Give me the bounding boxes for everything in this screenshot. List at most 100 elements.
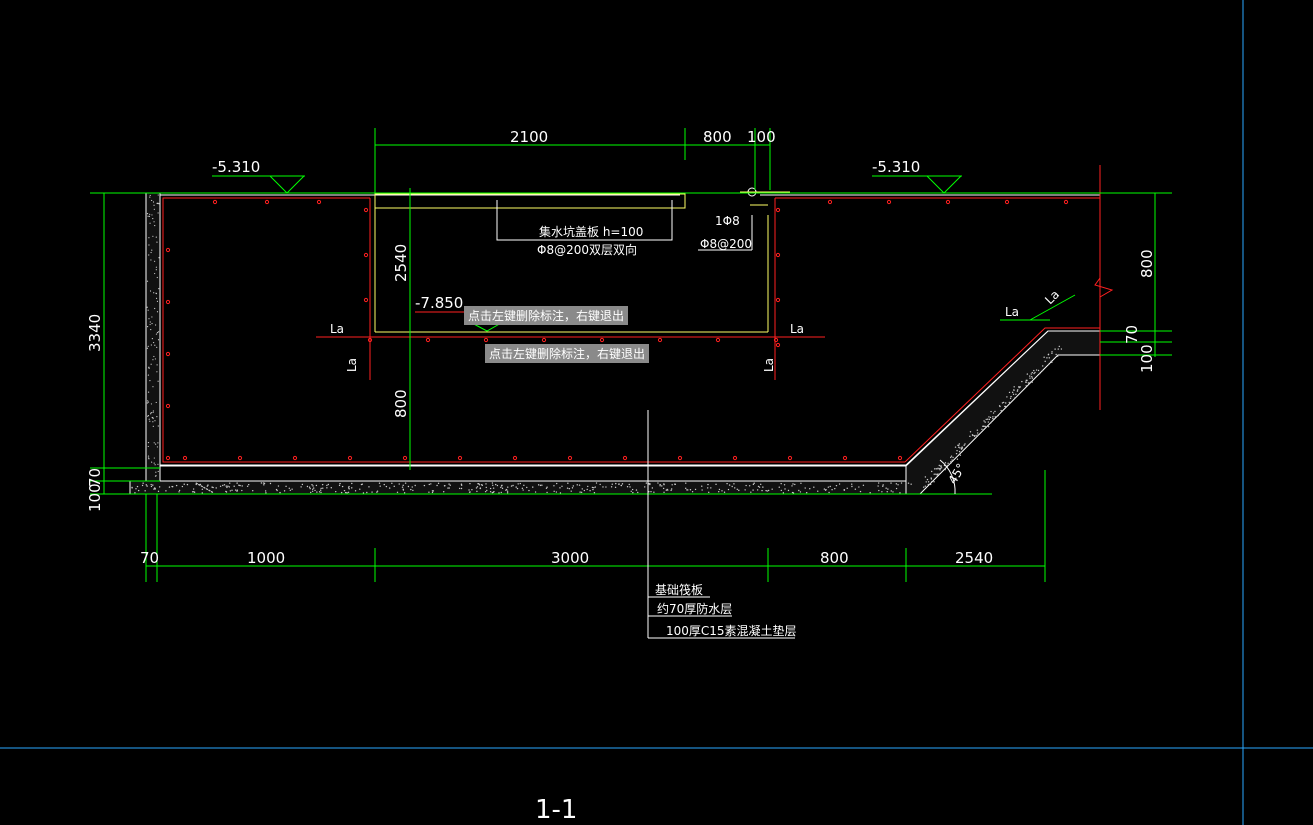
hatch-dot [153,221,155,223]
hatch-dot [231,489,233,491]
hatch-dot [485,483,487,485]
hatch-dot [149,380,151,382]
hatch-dot [1033,369,1035,372]
hatch-dot [950,455,953,457]
hatch-dot [946,464,949,467]
hatch-dot [154,420,156,422]
hatch-dot [320,491,322,494]
hatch-dot [528,489,530,492]
hatch-dot [972,434,974,437]
hatch-dot [285,485,287,488]
hatch-dot [635,489,638,491]
delete-annotation-tooltip-2[interactable]: 点击左键删除标注，右键退出 [485,344,650,363]
hatch-dot [545,487,548,489]
hatch-dot [782,492,785,494]
hatch-dot [973,435,976,437]
hatch-dot [976,429,979,431]
hatch-dot [156,416,158,418]
hatch-dot [148,318,150,320]
delete-annotation-tooltip-1[interactable]: 点击左键删除标注，右键退出 [464,306,629,325]
hatch-dot [148,215,151,217]
hatch-dot [1025,385,1027,387]
hatch-dot [343,489,346,492]
hatch-dot [897,484,899,486]
hatch-dot [146,347,149,349]
hatch-dot [940,467,943,469]
hatch-dot [378,482,381,484]
hatch-dot [843,489,846,491]
hatch-dot [156,346,158,348]
hatch-dot [586,488,588,491]
hatch-dot [517,483,519,485]
hatch-dot [448,483,450,485]
hatch-dot [151,316,153,318]
hatch-dot [195,483,197,486]
hatch-dot [665,489,667,491]
hatch-dot [233,485,235,487]
hatch-dot [347,491,350,494]
hatch-dot [935,468,938,470]
cad-drawing-canvas[interactable]: 集水坑盖板 h=100 Φ8@200双层双向 1Φ8 Φ8@200 -5.310… [0,0,1313,825]
hatch-dot [512,484,514,487]
bar-1phi8-label: 1Φ8 [715,214,740,228]
hatch-dot [988,416,990,418]
rebar-dot [292,455,298,461]
hatch-dot [500,491,502,494]
hatch-dot [156,364,158,366]
hatch-dot [147,345,149,347]
hatch-dot [685,482,687,484]
hatch-dot [631,488,634,491]
hatch-dot [478,484,481,486]
hatch-dot [809,487,811,490]
hatch-dot [154,464,156,466]
hatch-dot [1031,371,1034,374]
hatch-dot [407,485,410,488]
hatch-dot [661,485,663,487]
hatch-dot [368,486,370,488]
hatch-dot [930,477,932,479]
hatch-dot [229,482,231,484]
hatch-dot [475,487,478,489]
hatch-dot [1042,365,1044,367]
hatch-dot [146,402,148,404]
hatch-dot [580,491,583,494]
hatch-dot [934,468,936,470]
hatch-dot [869,491,871,494]
hatch-dot [1017,389,1019,391]
hatch-dot [149,196,151,198]
hatch-dot [1025,381,1027,383]
hatch-dot [279,491,281,494]
hatch-dot [131,486,133,489]
hatch-dot [559,487,561,489]
hatch-dot [148,237,150,239]
bar-phi8-200-label: Φ8@200 [700,237,752,251]
hatch-dot [1029,375,1031,377]
hatch-dot [347,487,350,489]
hatch-dot [1013,389,1015,391]
hatch-dot [771,488,773,490]
hatch-dot [900,482,903,484]
hatch-dot [393,485,395,488]
hatch-dot [225,485,227,487]
hatch-dot [199,483,202,486]
legend-blinding: 100厚C15素混凝土垫层 [666,623,797,638]
rebar-dot [773,337,779,343]
hatch-dot [346,492,348,494]
hatch-dot [157,490,160,493]
rebar-dot [787,455,793,461]
hatch-dot [835,484,838,487]
hatch-dot [792,483,794,485]
hatch-dot [591,486,594,489]
hatch-dot [264,490,267,492]
hatch-dot [594,486,596,488]
dim-bottom-800: 800 [820,549,849,567]
hatch-dot [931,470,933,473]
hatch-dot [153,292,155,294]
hatch-dot [322,487,324,489]
hatch-dot [572,485,575,487]
hatch-dot [515,486,517,488]
dim-left-3340: 3340 [86,314,104,352]
hatch-dot [183,483,185,485]
hatch-dot [935,473,937,475]
hatch-dot [766,490,768,492]
